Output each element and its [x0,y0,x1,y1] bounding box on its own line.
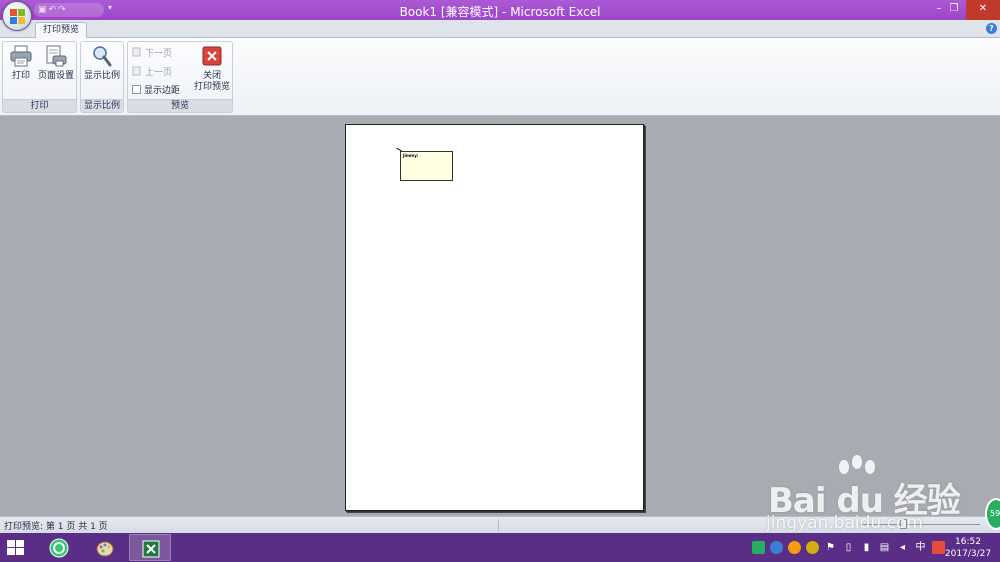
help-icon[interactable]: ? [986,23,997,34]
ribbon: 打印 页面设置 打印 显示比例 显示比例 下一页 上一页 显示边距 关闭 打印预… [0,38,1000,116]
tray-app-icon[interactable] [752,541,765,554]
tray-device-icon[interactable]: ▯ [842,541,855,554]
printer-icon [10,45,32,67]
title-bar: ▣ ↶ ↷ ▾ Book1 [兼容模式] - Microsoft Excel –… [0,0,1000,20]
preview-group: 下一页 上一页 显示边距 关闭 打印预览 预览 [127,41,233,113]
previous-page-button[interactable]: 上一页 [132,64,172,78]
browser-icon [49,538,69,558]
close-window-button[interactable]: ✕ [966,0,1000,20]
print-group-label: 打印 [3,99,76,112]
status-text: 打印预览: 第 1 页 共 1 页 [4,522,108,532]
close-preview-label-line2: 打印预览 [193,82,230,92]
tray-security-icon[interactable] [770,541,783,554]
show-margins-check[interactable] [132,84,141,94]
page-setup-label: 页面设置 [37,71,74,81]
tray-battery-icon[interactable]: ▮ [860,541,873,554]
tray-sync-icon[interactable] [806,541,819,554]
close-preview-label-line1: 关闭 [202,71,221,81]
window-title: Book1 [兼容模式] - Microsoft Excel [399,5,601,19]
page-setup-button[interactable]: 页面设置 [37,44,75,82]
tray-ime-indicator[interactable]: 中 [914,541,927,554]
print-group: 打印 页面设置 打印 [2,41,77,113]
close-print-preview-button[interactable]: 关闭 打印预览 [192,44,232,93]
zoom-group: 显示比例 显示比例 [80,41,124,113]
office-button[interactable] [2,1,32,31]
clock-date: 2017/3/27 [944,549,992,559]
print-button-label: 打印 [11,71,30,81]
tray-network-icon[interactable]: ▤ [878,541,891,554]
taskbar-excel-app[interactable] [129,534,171,561]
preview-group-label: 预览 [128,99,232,112]
print-button[interactable]: 打印 [6,44,36,82]
previous-page-label: 上一页 [145,67,173,78]
start-button[interactable] [7,540,25,556]
cell-comment: Jimmy: [400,151,453,181]
ribbon-tab-strip: 打印预览 [0,20,1000,39]
next-page-icon [132,47,141,57]
taskbar-clock[interactable]: 16:52 2017/3/27 [940,536,996,560]
show-margins-label: 显示边距 [144,85,181,96]
close-preview-icon [202,46,222,66]
system-tray: ⚑ ▯ ▮ ▤ ◂ 中 [752,541,945,554]
status-divider [498,519,499,532]
taskbar-browser-app[interactable] [38,534,80,561]
tab-print-preview[interactable]: 打印预览 [35,22,88,39]
zoom-button[interactable]: 显示比例 [83,44,121,82]
excel-icon [142,540,160,558]
magnifier-icon [93,46,112,67]
taskbar-paint-app[interactable] [84,534,126,561]
next-page-button[interactable]: 下一页 [132,45,172,59]
tray-user-icon[interactable] [788,541,801,554]
next-page-label: 下一页 [145,48,173,59]
restore-button[interactable]: ❐ [940,0,968,20]
show-margins-checkbox[interactable]: 显示边距 [132,82,180,96]
zoom-group-label: 显示比例 [81,99,123,112]
tray-volume-icon[interactable]: ◂ [896,541,909,554]
watermark-url: jingyan.baidu.com [766,513,923,533]
tray-flag-icon[interactable]: ⚑ [824,541,837,554]
clock-time: 16:52 [955,537,981,547]
office-logo-icon [10,9,26,25]
taskbar: ⚑ ▯ ▮ ▤ ◂ 中 16:52 2017/3/27 [0,533,1000,562]
palette-icon [96,541,114,557]
zoom-button-label: 显示比例 [83,71,120,81]
baidu-watermark: Bai du 经验 jingyan.baidu.com [760,455,961,535]
previous-page-icon [132,66,141,76]
page-setup-icon [46,45,67,67]
preview-page: Jimmy: [345,124,644,511]
floating-badge[interactable]: 59 [985,498,1000,530]
